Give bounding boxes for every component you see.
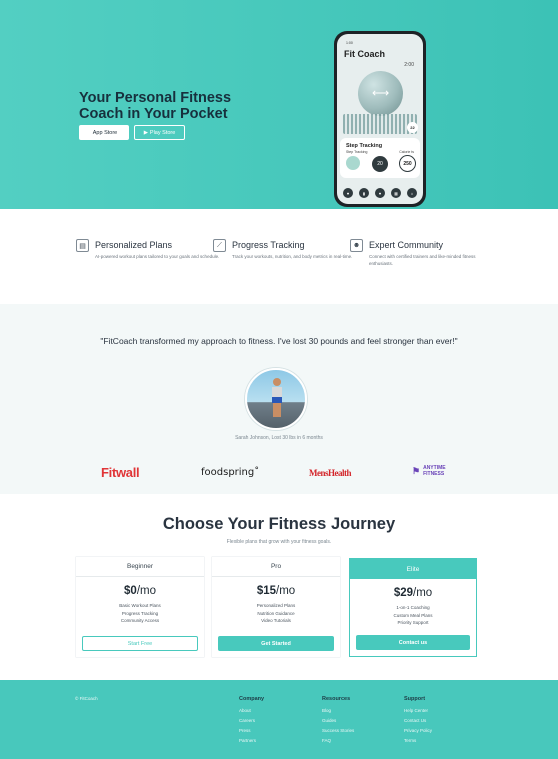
logo-fitwall: Fitwall xyxy=(101,465,140,480)
plan-name: Elite xyxy=(350,559,476,579)
pricing-section: Choose Your Fitness Journey Flexible pla… xyxy=(0,494,558,680)
phone-ring-value: 20 xyxy=(372,156,388,172)
feature-title: Progress Tracking xyxy=(232,240,305,250)
features-section: ▤ Personalized Plans AI-powered workout … xyxy=(0,209,558,304)
footer: © FitCoach Company About Careers Press P… xyxy=(0,680,558,759)
footer-column-resources: Resources Blog Guides Success Stories FA… xyxy=(322,696,354,746)
footer-column-company: Company About Careers Press Partners xyxy=(239,696,264,746)
avatar xyxy=(245,368,307,430)
footer-link[interactable]: Contact Us xyxy=(404,716,432,726)
feature-desc: AI-powered workout plans tailored to you… xyxy=(95,254,220,259)
anytime-runner-icon: ⚑ xyxy=(412,465,421,476)
plan-card-elite: Elite $29/mo 1-on-1 Coaching Custom Meal… xyxy=(349,558,477,657)
like-icon: ♥ xyxy=(375,188,385,198)
contact-us-button[interactable]: Contact us xyxy=(356,635,470,650)
testimonial-section: "FitCoach transformed my approach to fit… xyxy=(0,304,558,494)
plan-features: Basic Workout Plans Progress Tracking Co… xyxy=(119,603,161,623)
feature-desc: Connect with certified trainers and like… xyxy=(369,254,476,266)
phone-calorie-value: 250 xyxy=(399,155,416,172)
runner-figure xyxy=(272,378,282,418)
phone-step-sub: Step Tracking xyxy=(346,150,368,154)
plan-name: Beginner xyxy=(76,557,204,577)
footer-link[interactable]: Privacy Policy xyxy=(404,726,432,736)
app-store-label: App Store xyxy=(92,129,118,136)
phone-step-title: Step Tracking xyxy=(346,143,383,149)
logo-anytime-fitness: ⚑ ANYTIME FITNESS xyxy=(412,465,446,477)
phone-orb: ⟷ xyxy=(358,71,403,116)
phone-status-time: 1:00 xyxy=(346,41,353,45)
hero-title: Your Personal Fitness Coach in Your Pock… xyxy=(79,90,232,122)
footer-column-title: Support xyxy=(404,696,426,702)
home-icon: ⌂ xyxy=(407,188,417,198)
app-store-button[interactable]: App Store xyxy=(79,125,129,140)
phone-ring-green xyxy=(346,156,360,170)
chart-line-icon: ⟋ xyxy=(213,239,226,252)
footer-link[interactable]: Press xyxy=(239,726,264,736)
plan-price: $29/mo xyxy=(393,587,433,599)
plan-card-pro: Pro $15/mo Personalized Plans Nutrition … xyxy=(212,557,340,657)
logo-menshealth: MensHealth xyxy=(309,468,352,478)
phone-badge: 22 xyxy=(407,122,418,133)
phone-step-card: Step Tracking Step Tracking Calorie ts 2… xyxy=(340,138,420,178)
pricing-subtitle: Flexible plans that grow with your fitne… xyxy=(226,539,332,545)
footer-column-support: Support Help Center Contact Us Privacy P… xyxy=(404,696,432,746)
get-started-button[interactable]: Get Started xyxy=(218,636,334,651)
anytime-line2: FITNESS xyxy=(423,470,445,477)
footer-link[interactable]: Blog xyxy=(322,706,354,716)
phone-mockup: 1:00 Fit Coach 2:00 ⟷ 22 Step Tracking S… xyxy=(334,31,426,207)
testimonial-caption: Sarah Johnson, Lost 30 lbs in 6 months xyxy=(235,435,323,441)
play-icon: ▶ xyxy=(143,129,148,136)
feature-title: Expert Community xyxy=(369,240,444,250)
phone-app-title: Fit Coach xyxy=(344,49,386,59)
plan-price: $0/mo xyxy=(124,585,156,597)
copyright: © FitCoach xyxy=(75,696,98,701)
grid-icon: ▦ xyxy=(391,188,401,198)
users-icon: ☻ xyxy=(350,239,363,252)
feature-desc: Track your workouts, nutrition, and body… xyxy=(232,254,353,259)
footer-link[interactable]: Partners xyxy=(239,736,264,746)
footer-link[interactable]: About xyxy=(239,706,264,716)
plan-features: 1-on-1 Coaching Custom Meal Plans Priori… xyxy=(393,605,433,625)
footer-link[interactable]: Guides xyxy=(322,716,354,726)
calendar-icon: ▤ xyxy=(76,239,89,252)
pricing-title: Choose Your Fitness Journey xyxy=(162,515,396,533)
logo-foodspring: foodspring˚ xyxy=(201,467,260,478)
footer-column-title: Company xyxy=(239,696,265,702)
plan-name: Pro xyxy=(212,557,340,577)
chart-icon: ▮ xyxy=(359,188,369,198)
phone-screen: 1:00 Fit Coach 2:00 ⟷ 22 Step Tracking S… xyxy=(337,34,423,204)
footer-link[interactable]: Success Stories xyxy=(322,726,354,736)
footer-link[interactable]: Terms xyxy=(404,736,432,746)
footer-link[interactable]: FAQ xyxy=(322,736,354,746)
footer-link[interactable]: Careers xyxy=(239,716,264,726)
phone-calorie-label: Calorie ts xyxy=(399,150,414,154)
phone-nav: ♥ ▮ ♥ ▦ ⌂ xyxy=(343,188,417,198)
plan-features: Personalized Plans Nutrition Guidance Vi… xyxy=(256,603,296,623)
plan-price: $15/mo xyxy=(256,585,296,597)
feature-title: Personalized Plans xyxy=(95,240,173,250)
start-free-button[interactable]: Start Free xyxy=(82,636,198,651)
phone-clock: 2:00 xyxy=(404,62,414,68)
dumbbell-icon: ⟷ xyxy=(372,86,390,100)
heart-icon: ♥ xyxy=(343,188,353,198)
plan-card-beginner: Beginner $0/mo Basic Workout Plans Progr… xyxy=(76,557,204,657)
play-store-label: Play Store xyxy=(149,129,176,136)
play-store-button[interactable]: ▶ Play Store xyxy=(134,125,185,140)
footer-link[interactable]: Help Center xyxy=(404,706,432,716)
hero-section: Your Personal Fitness Coach in Your Pock… xyxy=(0,0,558,209)
footer-column-title: Resources xyxy=(322,696,351,702)
phone-activity-graph xyxy=(343,114,417,134)
testimonial-quote: "FitCoach transformed my approach to fit… xyxy=(100,336,458,346)
